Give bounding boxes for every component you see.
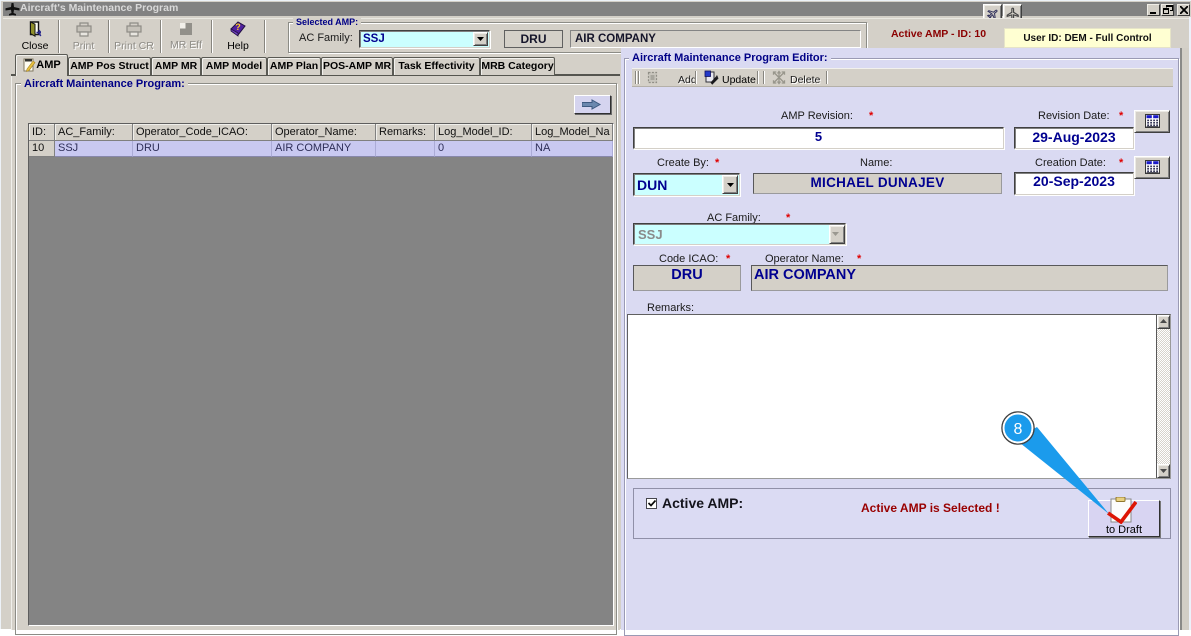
svg-text:8: 8 bbox=[1014, 421, 1023, 438]
svg-text:?: ? bbox=[235, 22, 241, 32]
